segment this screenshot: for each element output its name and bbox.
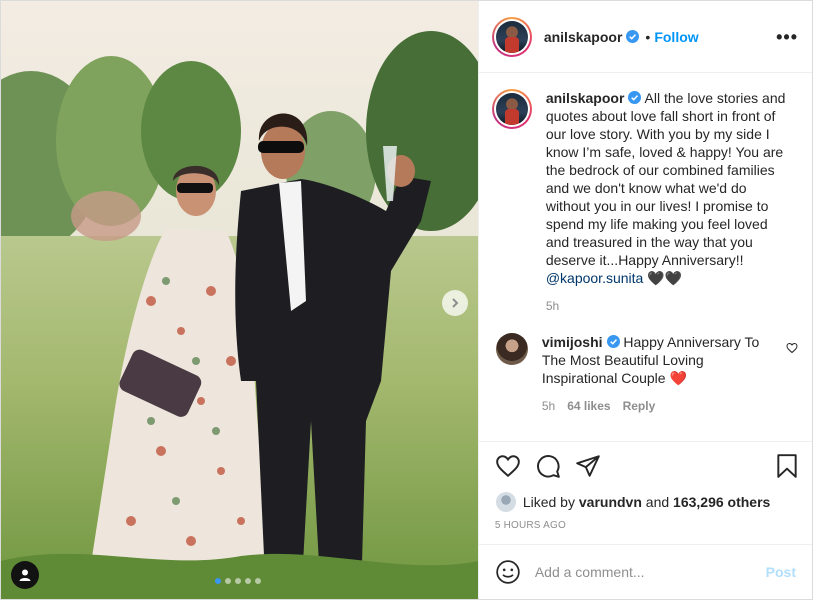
post-photo <box>1 1 478 599</box>
comment-time: 5h <box>541 399 556 413</box>
caption-emoji: 🖤🖤 <box>643 270 683 286</box>
post-header: anilskapoor • Follow ••• <box>478 1 812 73</box>
reply-button[interactable]: Reply <box>623 399 656 413</box>
caption-body: All the love stories and quotes about lo… <box>545 90 786 268</box>
user-icon <box>19 569 31 581</box>
carousel-dot <box>215 578 221 584</box>
carousel-dot <box>255 578 261 584</box>
carousel-dot <box>245 578 251 584</box>
carousel-dot <box>225 578 231 584</box>
add-comment-bar: Post <box>478 544 812 599</box>
author-avatar[interactable] <box>491 16 532 57</box>
emoji-icon[interactable] <box>495 559 521 585</box>
caption: anilskapoor All the love stories and quo… <box>491 89 798 287</box>
next-slide-button[interactable] <box>442 290 468 316</box>
post-media[interactable] <box>1 1 478 599</box>
likes-summary: Liked by varundvn and 163,296 others <box>479 490 812 514</box>
verified-badge-icon <box>626 30 640 43</box>
tagged-users-button[interactable] <box>11 561 39 589</box>
action-bar <box>479 442 812 490</box>
commenter-username[interactable]: vimijoshi <box>542 334 603 350</box>
liker-avatar[interactable] <box>495 492 516 512</box>
avatar-image <box>495 20 528 53</box>
caption-username[interactable]: anilskapoor <box>546 90 625 106</box>
carousel-dot <box>235 578 241 584</box>
instagram-post: anilskapoor • Follow ••• anilskapoor All… <box>0 0 813 600</box>
heart-icon[interactable] <box>495 453 521 479</box>
likes-count[interactable]: 163,296 others <box>673 494 770 510</box>
post-sidebar: anilskapoor • Follow ••• anilskapoor All… <box>477 1 812 599</box>
caption-time: 5h <box>545 299 560 313</box>
commenter-avatar[interactable] <box>495 333 528 365</box>
comment-meta: 5h 64 likes Reply <box>542 399 798 413</box>
share-icon[interactable] <box>575 453 601 479</box>
post-button[interactable]: Post <box>766 564 796 580</box>
verified-badge-icon <box>628 91 642 104</box>
author-username[interactable]: anilskapoor <box>544 29 623 45</box>
comment-item: vimijoshi Happy Anniversary To The Most … <box>492 333 798 413</box>
comment-icon[interactable] <box>535 453 561 479</box>
avatar-image <box>495 93 528 125</box>
comment-input[interactable] <box>534 564 766 580</box>
likes-prefix: Liked by <box>522 494 579 510</box>
like-comment-heart-icon[interactable] <box>786 342 798 354</box>
mention-link[interactable]: @kapoor.sunita <box>546 270 644 286</box>
post-timestamp[interactable]: 5 HOURS AGO <box>479 514 812 544</box>
bookmark-icon[interactable] <box>774 453 800 479</box>
comment-text: vimijoshi Happy Anniversary To The Most … <box>542 333 780 387</box>
caption-author-avatar[interactable] <box>491 89 532 129</box>
separator-dot: • <box>645 28 651 45</box>
liker-username[interactable]: varundvn <box>579 494 642 510</box>
likes-middle: and <box>641 494 674 510</box>
follow-button[interactable]: Follow <box>654 29 698 45</box>
comment-likes[interactable]: 64 likes <box>567 399 610 413</box>
likes-text: Liked by varundvn and 163,296 others <box>523 494 771 510</box>
carousel-indicator <box>215 578 261 584</box>
chevron-right-icon <box>452 298 459 308</box>
comments-section: anilskapoor All the love stories and quo… <box>478 73 812 442</box>
more-options-button[interactable]: ••• <box>776 28 798 46</box>
verified-badge-icon <box>606 335 620 348</box>
caption-text: anilskapoor All the love stories and quo… <box>546 89 794 287</box>
